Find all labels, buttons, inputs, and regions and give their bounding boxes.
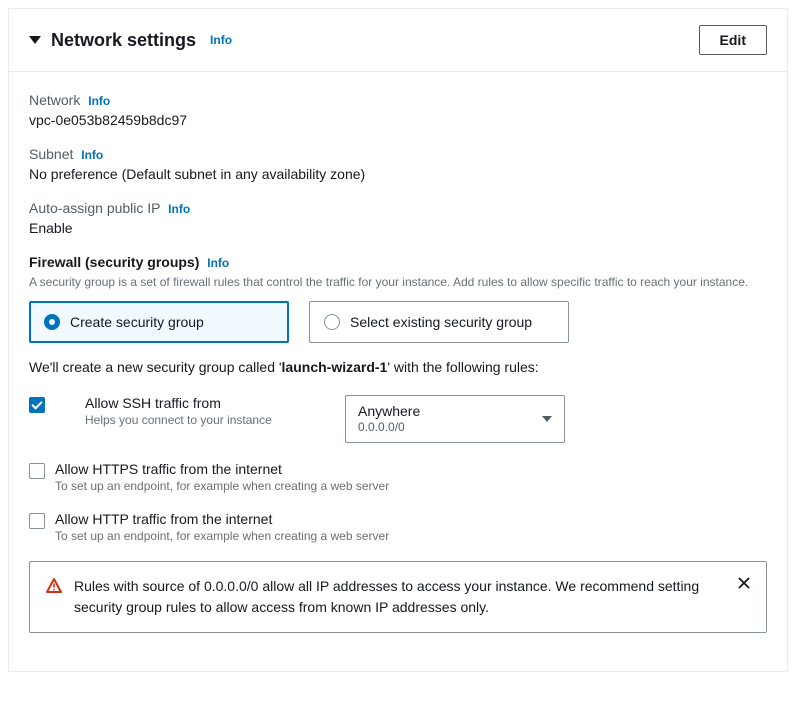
alert-text: Rules with source of 0.0.0.0/0 allow all… [74, 576, 726, 618]
http-rule-row: Allow HTTP traffic from the internet To … [29, 511, 767, 543]
ssh-source-select[interactable]: Anywhere 0.0.0.0/0 [345, 395, 565, 443]
subnet-field: Subnet Info No preference (Default subne… [29, 146, 767, 182]
sg-text-post: ' with the following rules: [387, 359, 538, 375]
firewall-label: Firewall (security groups) [29, 254, 199, 270]
panel-header-left: Network settings Info [29, 30, 232, 51]
ssh-select-main: Anywhere [358, 402, 420, 420]
subnet-info-link[interactable]: Info [81, 148, 103, 162]
radio-icon [44, 314, 60, 330]
sg-name: launch-wizard-1 [282, 359, 388, 375]
https-label: Allow HTTPS traffic from the internet [55, 461, 767, 477]
ssh-desc: Helps you connect to your instance [85, 413, 305, 427]
https-rule-row: Allow HTTPS traffic from the internet To… [29, 461, 767, 493]
subnet-value: No preference (Default subnet in any ava… [29, 166, 767, 182]
create-sg-label: Create security group [70, 314, 204, 330]
ssh-content: Allow SSH traffic from Helps you connect… [85, 395, 305, 427]
public-ip-label-row: Auto-assign public IP Info [29, 200, 767, 216]
sg-radio-group: Create security group Select existing se… [29, 301, 767, 343]
edit-button[interactable]: Edit [699, 25, 767, 55]
panel-header: Network settings Info Edit [9, 9, 787, 72]
http-desc: To set up an endpoint, for example when … [55, 529, 767, 543]
http-content: Allow HTTP traffic from the internet To … [55, 511, 767, 543]
panel-title: Network settings [51, 30, 196, 51]
header-info-link[interactable]: Info [210, 33, 232, 47]
sg-creation-text: We'll create a new security group called… [29, 359, 767, 375]
network-info-link[interactable]: Info [88, 94, 110, 108]
select-sg-radio[interactable]: Select existing security group [309, 301, 569, 343]
subnet-label: Subnet [29, 146, 73, 162]
warning-alert: Rules with source of 0.0.0.0/0 allow all… [29, 561, 767, 633]
public-ip-label: Auto-assign public IP [29, 200, 160, 216]
network-label: Network [29, 92, 80, 108]
ssh-select-text: Anywhere 0.0.0.0/0 [358, 402, 420, 436]
https-content: Allow HTTPS traffic from the internet To… [55, 461, 767, 493]
select-sg-label: Select existing security group [350, 314, 532, 330]
firewall-desc: A security group is a set of firewall ru… [29, 274, 767, 291]
https-checkbox[interactable] [29, 463, 45, 479]
sg-text-pre: We'll create a new security group called… [29, 359, 282, 375]
collapse-caret-icon[interactable] [29, 36, 41, 44]
ssh-label: Allow SSH traffic from [85, 395, 305, 411]
firewall-field: Firewall (security groups) Info A securi… [29, 254, 767, 633]
alert-close-button[interactable] [738, 576, 750, 594]
warning-icon [46, 578, 62, 597]
http-label: Allow HTTP traffic from the internet [55, 511, 767, 527]
ssh-checkbox[interactable] [29, 397, 45, 413]
network-value: vpc-0e053b82459b8dc97 [29, 112, 767, 128]
create-sg-radio[interactable]: Create security group [29, 301, 289, 343]
firewall-info-link[interactable]: Info [207, 256, 229, 270]
ssh-rule-row: Allow SSH traffic from Helps you connect… [29, 395, 767, 443]
public-ip-value: Enable [29, 220, 767, 236]
panel-body: Network Info vpc-0e053b82459b8dc97 Subne… [9, 72, 787, 671]
network-field: Network Info vpc-0e053b82459b8dc97 [29, 92, 767, 128]
https-desc: To set up an endpoint, for example when … [55, 479, 767, 493]
http-checkbox[interactable] [29, 513, 45, 529]
network-settings-panel: Network settings Info Edit Network Info … [8, 8, 788, 672]
radio-icon [324, 314, 340, 330]
chevron-down-icon [542, 416, 552, 422]
subnet-label-row: Subnet Info [29, 146, 767, 162]
network-label-row: Network Info [29, 92, 767, 108]
public-ip-field: Auto-assign public IP Info Enable [29, 200, 767, 236]
ssh-select-sub: 0.0.0.0/0 [358, 420, 420, 436]
firewall-label-row: Firewall (security groups) Info [29, 254, 767, 270]
close-icon [738, 577, 750, 589]
public-ip-info-link[interactable]: Info [168, 202, 190, 216]
